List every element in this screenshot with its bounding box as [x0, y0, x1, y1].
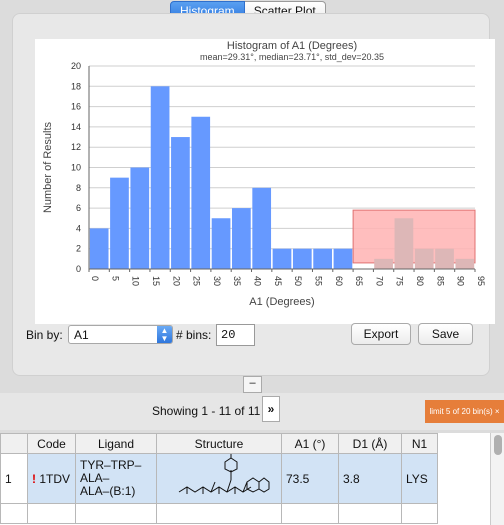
histogram-bar	[252, 187, 272, 269]
y-tick-label: 12	[71, 142, 81, 152]
x-tick-label: 30	[212, 276, 222, 286]
y-tick-label: 6	[76, 203, 81, 213]
x-tick-label: 0	[90, 276, 100, 281]
histogram-controls: Bin by: A1 ▲ ▼ # bins: 20 Export Save	[0, 323, 504, 347]
select-arrows-icon: ▲ ▼	[157, 326, 172, 343]
histogram-bar	[272, 248, 292, 269]
x-tick-label: 80	[415, 276, 425, 286]
x-tick-label: 5	[110, 276, 120, 281]
histogram-bar	[191, 116, 211, 269]
histogram-bar	[455, 258, 475, 269]
y-tick-label: 4	[76, 223, 81, 233]
ligand-line: ALA–(B:1)	[80, 484, 136, 498]
table-row[interactable]: 1 ! 1TDV TYR–TRP– ALA– ALA–(B:1) 73.5 3.…	[0, 453, 438, 504]
column-header-n1[interactable]: N1	[401, 433, 438, 454]
table-row[interactable]	[0, 503, 438, 524]
column-header-structure[interactable]: Structure	[156, 433, 282, 454]
y-tick-label: 2	[76, 244, 81, 254]
x-axis-label: A1 (Degrees)	[249, 296, 314, 308]
x-tick-label: 15	[151, 276, 161, 286]
next-page-button[interactable]: »	[262, 396, 280, 422]
bin-by-value: A1	[74, 328, 89, 342]
bins-label: # bins:	[176, 328, 212, 342]
x-tick-label: 90	[456, 276, 466, 286]
histogram-bar	[394, 218, 414, 269]
cell-d1: 3.8	[338, 453, 402, 504]
histogram-bar	[150, 86, 170, 269]
x-tick-label: 20	[171, 276, 181, 286]
pdb-code[interactable]: 1TDV	[39, 472, 70, 486]
results-count: Showing 1 - 11 of 11	[152, 404, 261, 418]
chart-title: Histogram of A1 (Degrees)	[227, 40, 357, 52]
x-tick-label: 60	[334, 276, 344, 286]
column-header-d1[interactable]: D1 (Å)	[338, 433, 402, 454]
pager-bar: Showing 1 - 11 of 11 » limit 5 of 20 bin…	[0, 393, 504, 430]
y-tick-label: 20	[71, 61, 81, 71]
save-button[interactable]: Save	[418, 323, 473, 345]
x-tick-label: 40	[253, 276, 263, 286]
x-tick-label: 35	[232, 276, 242, 286]
histogram-bar	[232, 208, 251, 269]
collapse-toggle[interactable]: –	[243, 376, 262, 393]
cell-code[interactable]: ! 1TDV	[27, 453, 76, 504]
x-tick-label: 10	[131, 276, 141, 286]
column-header-a1[interactable]: A1 (°)	[281, 433, 339, 454]
results-table: Code Ligand Structure A1 (°) D1 (Å) N1 1…	[0, 433, 438, 524]
table-header-row: Code Ligand Structure A1 (°) D1 (Å) N1	[0, 433, 438, 454]
histogram-bar	[130, 167, 150, 269]
histogram-bar	[414, 248, 434, 269]
histogram-bar	[435, 248, 454, 269]
chart-subtitle: mean=29.31°, median=23.71°, std_dev=20.3…	[200, 52, 384, 62]
y-tick-label: 14	[71, 122, 81, 132]
cell-structure	[156, 453, 282, 504]
bin-by-select[interactable]: A1 ▲ ▼	[68, 325, 173, 344]
y-tick-label: 10	[71, 163, 81, 173]
y-tick-label: 0	[76, 264, 81, 274]
column-header-index	[0, 433, 28, 454]
histogram-bar	[313, 248, 332, 269]
x-tick-label: 75	[395, 276, 405, 286]
histogram-panel: 0 2 4 6 8 10 12 14 16 18 20 0 5 10 15 20 25 30 35 40 45 50 55 6…	[12, 13, 495, 376]
molecule-structure-image	[178, 454, 270, 494]
histogram-bar	[292, 248, 312, 269]
histogram-bar	[171, 137, 190, 269]
results-table-container: Code Ligand Structure A1 (°) D1 (Å) N1 1…	[0, 433, 504, 525]
histogram-bar	[374, 258, 393, 269]
cell-a1: 73.5	[281, 453, 339, 504]
y-tick-label: 8	[76, 183, 81, 193]
histogram-bar	[89, 228, 109, 269]
bins-input[interactable]: 20	[216, 324, 255, 346]
bin-limit-highlight	[352, 209, 476, 264]
histogram-bar	[211, 218, 231, 269]
export-button[interactable]: Export	[351, 323, 411, 345]
x-tick-label: 65	[354, 276, 364, 286]
vertical-scrollbar[interactable]	[490, 433, 504, 525]
y-tick-label: 16	[71, 102, 81, 112]
x-tick-label: 45	[273, 276, 283, 286]
x-tick-label: 50	[293, 276, 303, 286]
x-tick-label: 95	[476, 276, 486, 286]
limit-filter-badge[interactable]: limit 5 of 20 bin(s) ×	[425, 400, 504, 423]
cell-ligand: TYR–TRP– ALA– ALA–(B:1)	[75, 453, 157, 504]
x-tick-label: 70	[374, 276, 384, 286]
histogram-bar	[333, 248, 353, 269]
x-tick-label: 55	[313, 276, 323, 286]
warning-flag-icon: !	[32, 471, 36, 486]
column-header-ligand[interactable]: Ligand	[75, 433, 157, 454]
row-number: 1	[0, 453, 28, 504]
x-tick-label: 25	[192, 276, 202, 286]
x-tick-label: 85	[435, 276, 445, 286]
bin-by-label: Bin by:	[26, 328, 63, 342]
histogram-chart: 0 2 4 6 8 10 12 14 16 18 20 0 5 10 15 20 25 30 35 40 45 50 55 6…	[35, 39, 495, 324]
column-header-code[interactable]: Code	[27, 433, 76, 454]
histogram-bar	[110, 177, 129, 269]
scrollbar-thumb[interactable]	[494, 435, 502, 455]
y-tick-label: 18	[71, 81, 81, 91]
cell-n1: LYS	[401, 453, 438, 504]
y-axis-label: Number of Results	[42, 121, 54, 213]
